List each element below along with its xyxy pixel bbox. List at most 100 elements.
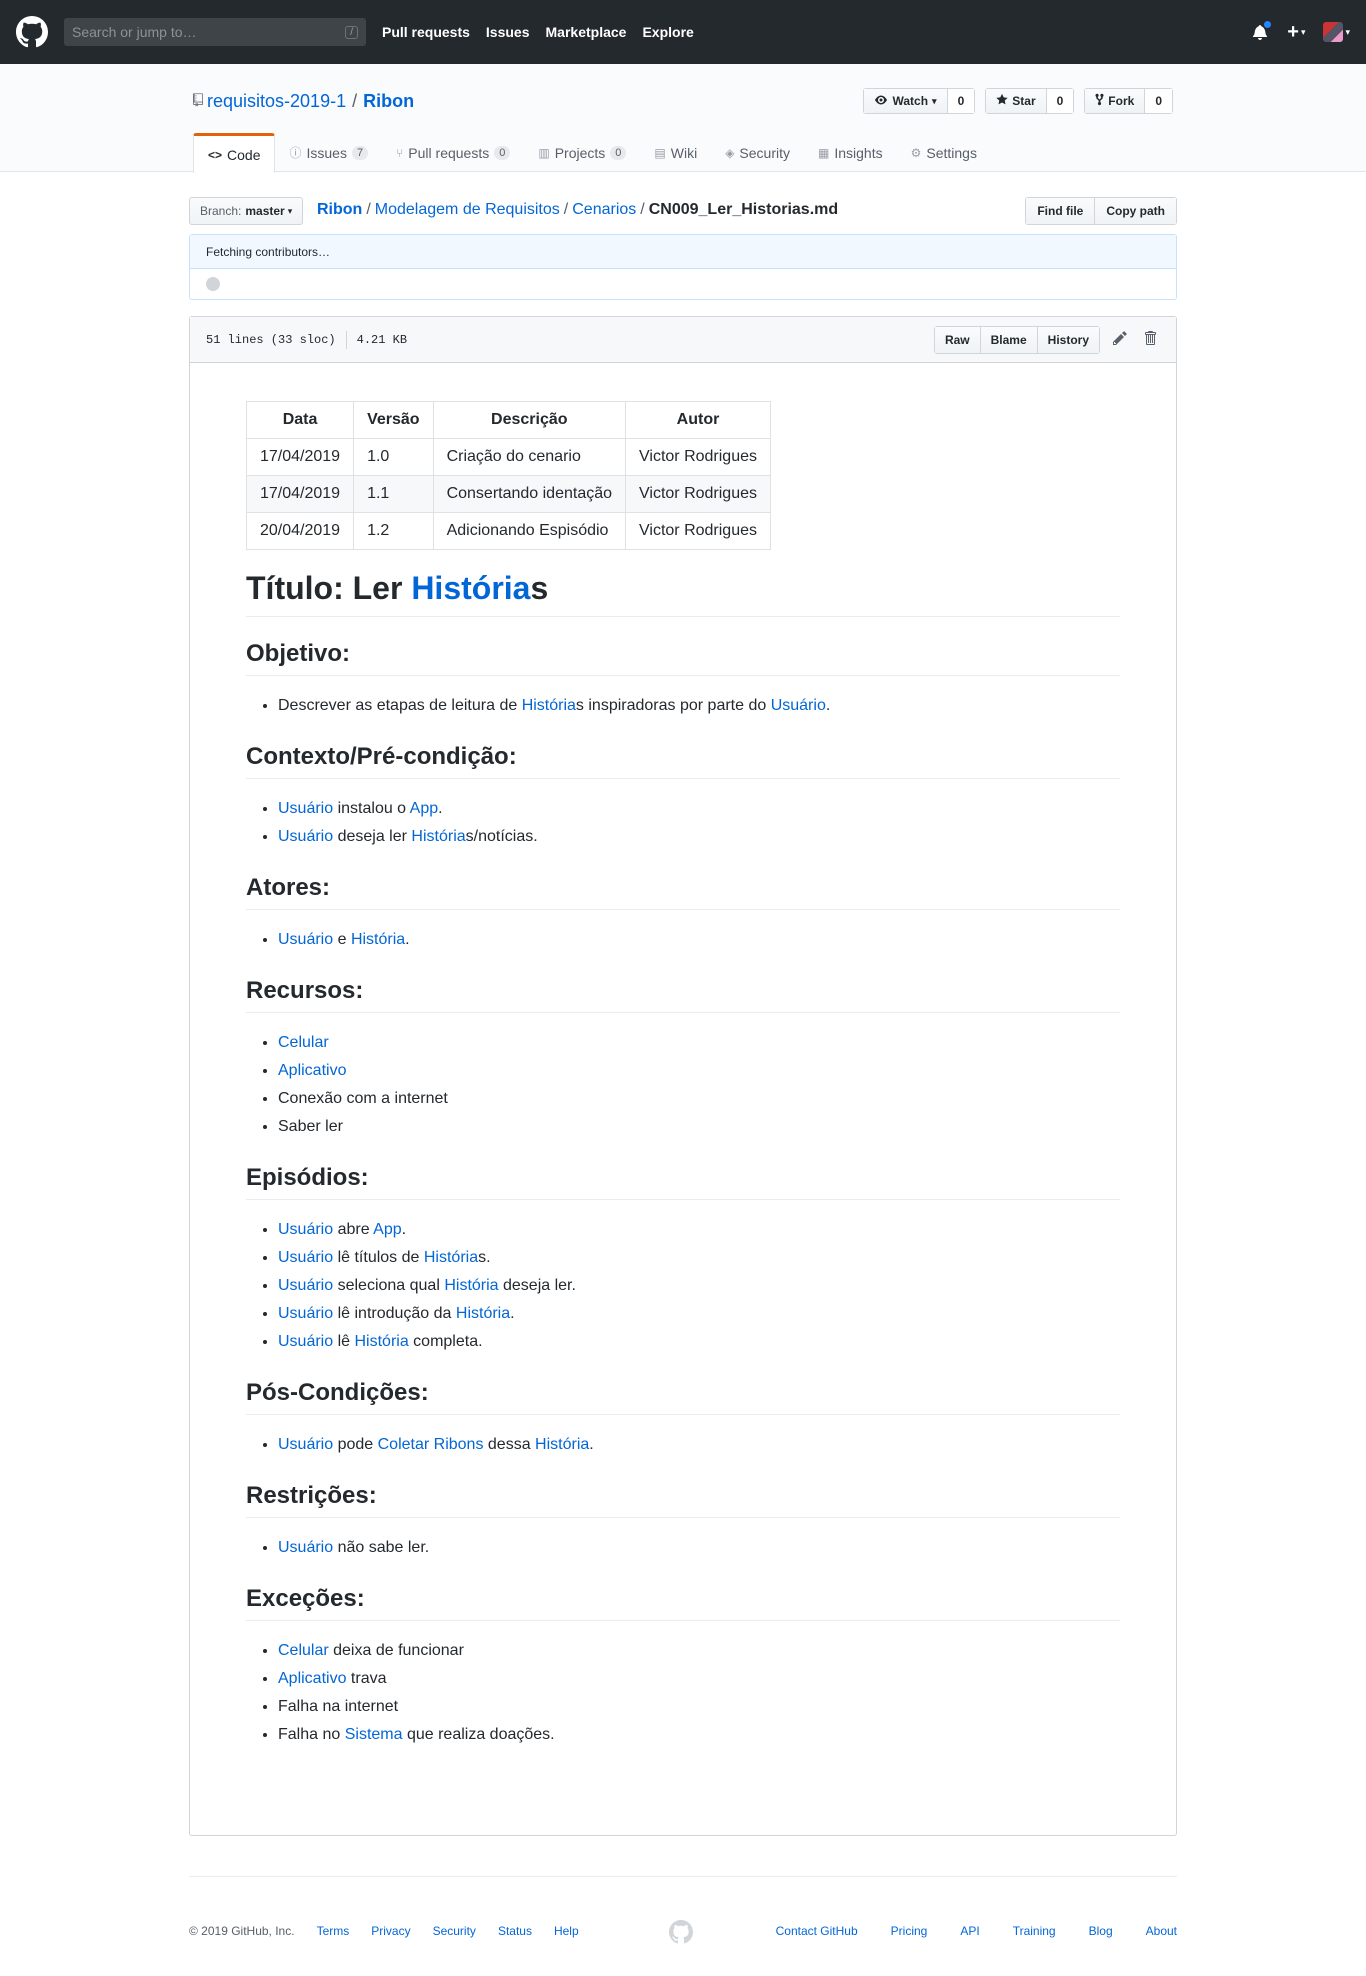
tab-issues[interactable]: ⓘ Issues 7: [275, 133, 382, 172]
inline-text: Saber ler: [278, 1118, 343, 1135]
inline-link[interactable]: História: [522, 697, 576, 714]
breadcrumb-repo[interactable]: Ribon: [317, 201, 362, 218]
footer-link-privacy[interactable]: Privacy: [371, 1924, 410, 1938]
star-count[interactable]: 0: [1046, 89, 1074, 113]
footer-link-blog[interactable]: Blog: [1089, 1924, 1113, 1938]
trash-icon[interactable]: [1140, 330, 1160, 349]
footer-link-about[interactable]: About: [1146, 1924, 1177, 1938]
inline-link[interactable]: História: [424, 1249, 478, 1266]
gear-icon: ⚙: [910, 145, 922, 160]
breadcrumb-folder[interactable]: Modelagem de Requisitos: [375, 201, 560, 218]
inline-link[interactable]: Usuário: [278, 828, 333, 845]
inline-link[interactable]: App: [373, 1221, 401, 1238]
list-item: Usuário abre App.: [278, 1216, 1120, 1244]
history-button[interactable]: History: [1036, 326, 1099, 353]
find-file-button[interactable]: Find file: [1026, 198, 1095, 224]
inline-link[interactable]: Usuário: [278, 1436, 333, 1453]
inline-link[interactable]: Usuário: [771, 697, 826, 714]
inline-link[interactable]: Usuário: [278, 1305, 333, 1322]
list-item: Aplicativo trava: [278, 1665, 1120, 1693]
inline-link[interactable]: História: [351, 931, 405, 948]
raw-button[interactable]: Raw: [934, 326, 980, 353]
inline-link[interactable]: Usuário: [278, 800, 333, 817]
github-mark-icon[interactable]: [669, 1920, 693, 1944]
github-logo-icon[interactable]: [16, 16, 48, 48]
watch-button[interactable]: Watch ▾: [864, 89, 948, 113]
pr-counter: 0: [494, 145, 511, 160]
inline-link[interactable]: História: [456, 1305, 510, 1322]
section-heading: Objetivo:: [246, 639, 1120, 676]
tab-settings[interactable]: ⚙ Settings: [897, 133, 991, 172]
inline-link[interactable]: Coletar Ribons: [378, 1436, 484, 1453]
tab-insights[interactable]: ▦ Insights: [804, 133, 897, 172]
tab-wiki[interactable]: ▤ Wiki: [640, 133, 711, 172]
inline-text: lê: [333, 1333, 355, 1350]
footer-link-pricing[interactable]: Pricing: [891, 1924, 928, 1938]
inline-link[interactable]: História: [354, 1333, 408, 1350]
section-heading: Exceções:: [246, 1584, 1120, 1621]
table-row: 17/04/2019 1.0 Criação do cenario Victor…: [245, 438, 771, 476]
footer-link-contact[interactable]: Contact GitHub: [776, 1924, 858, 1938]
inline-link[interactable]: Celular: [278, 1642, 329, 1659]
inline-link[interactable]: Aplicativo: [278, 1062, 346, 1079]
footer-link-security[interactable]: Security: [433, 1924, 476, 1938]
inline-text: não sabe ler.: [333, 1539, 430, 1556]
footer-link-training[interactable]: Training: [1013, 1924, 1056, 1938]
list-item: Usuário deseja ler Histórias/notícias.: [278, 823, 1120, 851]
tab-security[interactable]: ◈ Security: [711, 133, 804, 172]
inline-link[interactable]: História: [444, 1277, 498, 1294]
inline-link[interactable]: Usuário: [278, 1333, 333, 1350]
notifications-bell-icon[interactable]: [1253, 20, 1273, 40]
user-menu[interactable]: ▾: [1323, 22, 1350, 42]
tab-projects[interactable]: ▥ Projects 0: [524, 133, 640, 172]
repo-owner-link[interactable]: requisitos-2019-1: [207, 91, 346, 112]
inline-link[interactable]: Celular: [278, 1034, 329, 1051]
bullet-list: Usuário abre App.Usuário lê títulos de H…: [246, 1216, 1120, 1356]
footer-link-api[interactable]: API: [960, 1924, 979, 1938]
inline-link[interactable]: Usuário: [278, 1221, 333, 1238]
create-new-dropdown[interactable]: + ▾: [1287, 21, 1305, 44]
section-heading: Contexto/Pré-condição:: [246, 742, 1120, 779]
inline-text: seleciona qual: [333, 1277, 445, 1294]
footer: © 2019 GitHub, Inc. Terms Privacy Securi…: [189, 1876, 1177, 1957]
inline-link[interactable]: Usuário: [278, 1277, 333, 1294]
inline-link[interactable]: App: [410, 800, 438, 817]
inline-link[interactable]: Aplicativo: [278, 1670, 346, 1687]
repo-header: requisitos-2019-1 / Ribon Watch ▾ 0 Star…: [0, 64, 1366, 173]
inline-text: e: [333, 931, 351, 948]
footer-link-help[interactable]: Help: [554, 1924, 579, 1938]
pencil-icon[interactable]: [1110, 330, 1130, 349]
inline-link[interactable]: Usuário: [278, 1539, 333, 1556]
inline-text: .: [825, 697, 831, 714]
repo-name-link[interactable]: Ribon: [363, 91, 414, 111]
tab-pull-requests[interactable]: ⑂ Pull requests 0: [382, 133, 524, 172]
inline-text: .: [589, 1436, 594, 1453]
inline-link[interactable]: Sistema: [345, 1726, 403, 1743]
breadcrumb-subfolder[interactable]: Cenarios: [572, 201, 636, 218]
nav-marketplace[interactable]: Marketplace: [546, 24, 627, 40]
inline-link[interactable]: Usuário: [278, 931, 333, 948]
inline-link[interactable]: História: [411, 828, 465, 845]
tab-code[interactable]: <> Code: [193, 133, 276, 173]
title-link[interactable]: História: [411, 570, 530, 606]
footer-link-terms[interactable]: Terms: [317, 1924, 350, 1938]
star-button[interactable]: Star: [986, 89, 1047, 113]
fork-button[interactable]: Fork: [1085, 89, 1146, 113]
footer-link-status[interactable]: Status: [498, 1924, 532, 1938]
branch-prefix: Branch:: [200, 204, 242, 218]
tab-label: Pull requests: [408, 144, 490, 161]
star-button-group: Star 0: [985, 88, 1075, 114]
watch-count[interactable]: 0: [947, 89, 975, 113]
nav-pull-requests[interactable]: Pull requests: [382, 24, 470, 40]
branch-selector[interactable]: Branch: master ▾: [189, 197, 304, 225]
search-input[interactable]: Search or jump to… /: [64, 18, 366, 46]
copy-path-button[interactable]: Copy path: [1094, 198, 1176, 224]
nav-issues[interactable]: Issues: [486, 24, 530, 40]
inline-link[interactable]: Usuário: [278, 1249, 333, 1266]
tab-label: Settings: [926, 144, 977, 161]
nav-explore[interactable]: Explore: [642, 24, 693, 40]
blame-button[interactable]: Blame: [979, 326, 1037, 353]
fork-count[interactable]: 0: [1145, 89, 1172, 113]
divider: [345, 330, 347, 349]
inline-link[interactable]: História: [535, 1436, 589, 1453]
